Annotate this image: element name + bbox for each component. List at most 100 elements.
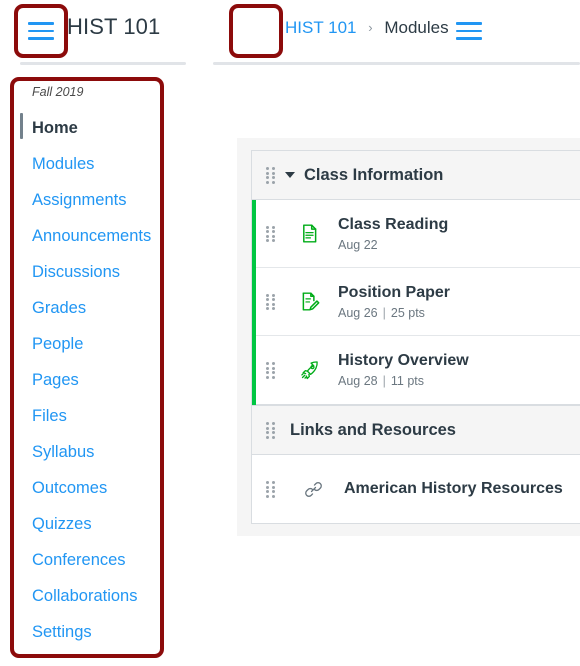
drag-dot: [272, 375, 275, 379]
sidebar-item-pages[interactable]: Pages: [20, 362, 170, 398]
drag-dot: [266, 431, 269, 435]
module-item-points: 25 pts: [390, 305, 425, 320]
module-item[interactable]: American History Resources: [252, 455, 580, 523]
drag-dot: [272, 302, 275, 306]
hamburger-menu-icon[interactable]: [23, 13, 59, 49]
drag-handle-icon[interactable]: [266, 167, 276, 184]
drag-dot: [272, 494, 275, 498]
module-title[interactable]: Class Information: [304, 164, 443, 186]
sidebar-item-collaborations[interactable]: Collaborations: [20, 578, 170, 614]
breadcrumb-course-link[interactable]: HIST 101: [285, 18, 357, 37]
drag-dot: [272, 435, 275, 439]
assignment-edit-icon: [298, 291, 320, 313]
sidebar-item-label: Discussions: [32, 263, 121, 281]
drag-dot: [272, 485, 275, 489]
drag-dot: [272, 366, 275, 370]
drag-dot: [272, 490, 275, 494]
drag-dot: [272, 426, 275, 430]
sidebar-item-grades[interactable]: Grades: [20, 290, 170, 326]
drag-dot: [266, 167, 269, 170]
drag-dot: [266, 307, 269, 311]
drag-dot: [266, 422, 269, 425]
drag-handle-icon[interactable]: [266, 293, 276, 311]
sidebar-item-people[interactable]: People: [20, 326, 170, 362]
drag-dot: [272, 239, 275, 243]
sidebar-item-discussions[interactable]: Discussions: [20, 254, 170, 290]
sidebar-item-label: Conferences: [32, 551, 126, 569]
sidebar-item-modules[interactable]: Modules: [20, 146, 170, 182]
sidebar-item-label: Pages: [32, 371, 79, 389]
module-item-text: History Overview Aug 28 | 11 pts: [338, 350, 469, 390]
hamburger-bar: [456, 22, 482, 25]
sidebar-item-quizzes[interactable]: Quizzes: [20, 506, 170, 542]
module-item-due-date: Aug 28: [338, 374, 378, 388]
sidebar-item-label: Grades: [32, 299, 87, 317]
drag-dot: [272, 176, 275, 180]
sidebar-item-files[interactable]: Files: [20, 398, 170, 434]
sidebar-item-label: People: [32, 335, 84, 353]
breadcrumb-current-page: Modules: [384, 18, 449, 37]
drag-dot: [266, 371, 269, 375]
right-modules-panel: HIST 101 › Modules Class Information Clas…: [213, 0, 580, 666]
module-item[interactable]: Class Reading Aug 22: [252, 200, 580, 268]
chevron-down-icon[interactable]: [285, 172, 295, 178]
drag-handle-icon[interactable]: [266, 362, 276, 379]
drag-dot: [272, 307, 275, 311]
drag-dot: [272, 293, 275, 297]
course-navigation-menu: Fall 2019 Home Modules Assignments Announce…: [20, 84, 170, 650]
sidebar-item-syllabus[interactable]: Syllabus: [20, 434, 170, 470]
module-item-due-date: Aug 22: [338, 237, 378, 252]
module-item-list: American History Resources: [252, 455, 580, 523]
module-item-meta: Aug 26 | 25 pts: [338, 305, 450, 322]
drag-dot: [272, 362, 275, 365]
document-page-icon: [298, 223, 320, 245]
module-item-list: Class Reading Aug 22 Position Paper Aug 26 |…: [252, 200, 580, 405]
drag-dot: [272, 234, 275, 238]
module-item-title[interactable]: American History Resources: [344, 478, 563, 500]
module-item[interactable]: History Overview Aug 28 | 11 pts: [252, 336, 580, 405]
drag-handle-icon[interactable]: [266, 481, 276, 498]
module-item[interactable]: Position Paper Aug 26 | 25 pts: [252, 268, 580, 336]
module-item-text: Position Paper Aug 26 | 25 pts: [338, 282, 450, 322]
right-header-divider: [213, 62, 580, 65]
module-item-due-date: Aug 26: [338, 305, 378, 320]
drag-dot: [266, 485, 269, 489]
sidebar-item-label: Files: [32, 407, 67, 425]
module-item-text: Class Reading Aug 22: [338, 214, 448, 254]
drag-dot: [266, 426, 269, 430]
meta-separator: |: [382, 374, 386, 388]
quiz-rocket-icon: [298, 359, 320, 381]
drag-dot: [266, 239, 269, 243]
modules-list-container: Class Information Class Reading Aug 22 Posi…: [237, 138, 580, 536]
sidebar-item-settings[interactable]: Settings: [20, 614, 170, 650]
sidebar-item-label: Home: [32, 119, 78, 137]
hamburger-bar: [28, 29, 54, 33]
sidebar-item-label: Announcements: [32, 227, 152, 245]
drag-dot: [272, 180, 275, 184]
module-item-title[interactable]: Position Paper: [338, 282, 450, 303]
module-item-title[interactable]: Class Reading: [338, 214, 448, 235]
drag-dot: [266, 481, 269, 484]
drag-dot: [272, 371, 275, 375]
sidebar-item-outcomes[interactable]: Outcomes: [20, 470, 170, 506]
sidebar-item-conferences[interactable]: Conferences: [20, 542, 170, 578]
hamburger-bar: [28, 37, 54, 40]
drag-handle-icon[interactable]: [266, 422, 276, 439]
chevron-right-icon: ›: [368, 20, 373, 35]
drag-dot: [272, 230, 275, 234]
hamburger-bar: [28, 22, 54, 25]
module-item-title[interactable]: History Overview: [338, 350, 469, 371]
external-link-chain-icon: [302, 478, 324, 500]
drag-handle-icon[interactable]: [266, 225, 276, 243]
drag-dot: [266, 494, 269, 498]
module-card: Class Information Class Reading Aug 22 Posi…: [251, 150, 580, 405]
drag-dot: [266, 298, 269, 302]
sidebar-item-home[interactable]: Home: [20, 110, 170, 146]
sidebar-item-announcements[interactable]: Announcements: [20, 218, 170, 254]
drag-dot: [266, 490, 269, 494]
sidebar-item-assignments[interactable]: Assignments: [20, 182, 170, 218]
module-title[interactable]: Links and Resources: [290, 419, 456, 441]
hamburger-menu-icon[interactable]: [451, 13, 487, 49]
meta-separator: |: [382, 305, 386, 320]
drag-dot: [266, 293, 269, 297]
